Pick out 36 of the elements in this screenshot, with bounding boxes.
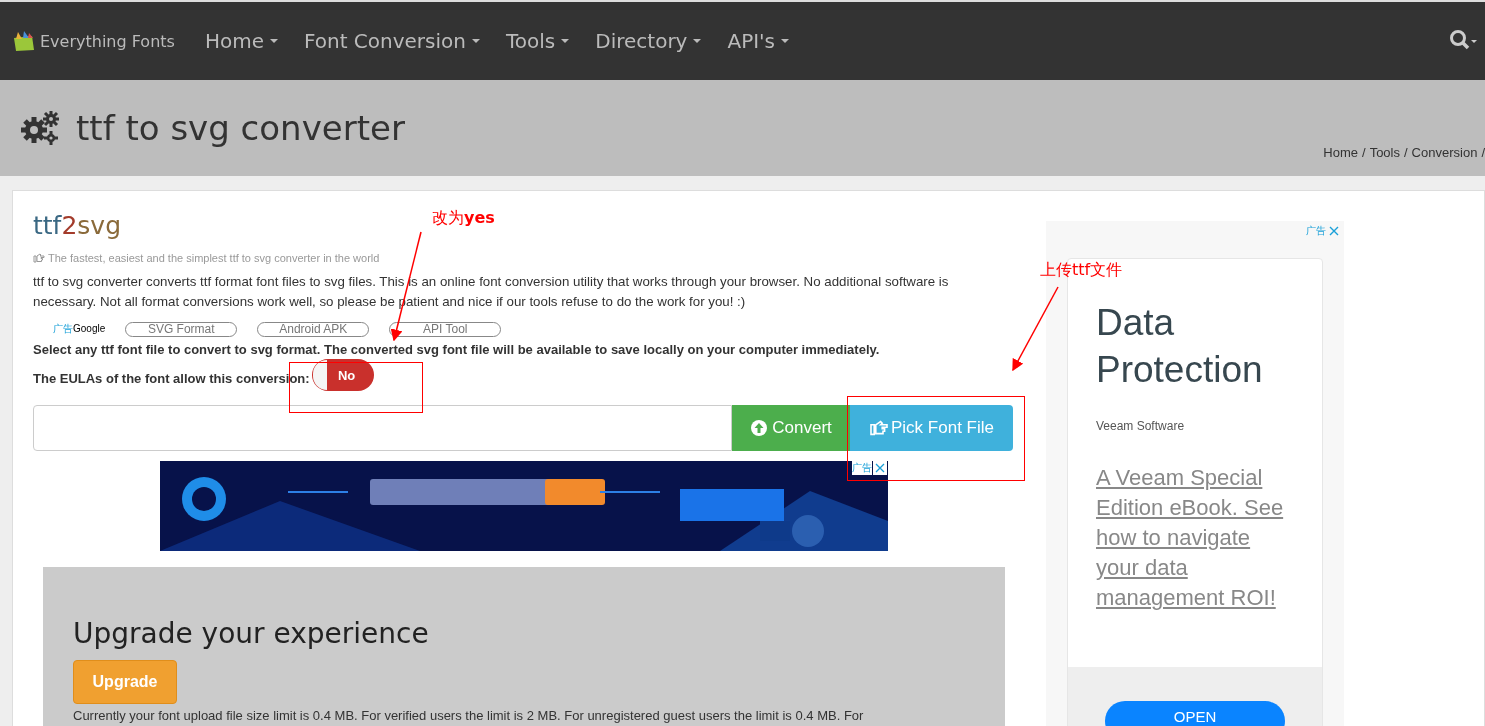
- tool-name: ttf2svg: [33, 211, 121, 240]
- breadcrumb-link[interactable]: Conversion: [1411, 145, 1478, 160]
- page-title: ttf to svg converter: [76, 108, 405, 148]
- open-button[interactable]: OPEN: [1105, 701, 1285, 726]
- advertiser-name: Veeam Software: [1096, 419, 1186, 433]
- ad-label[interactable]: 广告: [1306, 224, 1326, 238]
- tagline: The fastest, easiest and the simplest ttf to svg converter in the world: [48, 252, 380, 264]
- ad-label[interactable]: 广告Google: [53, 322, 106, 336]
- breadcrumb-link[interactable]: Home: [1323, 145, 1358, 160]
- annotation-note: 上传ttf文件: [1040, 260, 1123, 281]
- breadcrumb-link[interactable]: Tools: [1369, 145, 1400, 160]
- close-icon[interactable]: [1328, 225, 1340, 237]
- gears-icon: [20, 110, 60, 146]
- brand-link[interactable]: Everything Fonts: [40, 31, 175, 51]
- nav-menu-item[interactable]: Directory: [595, 29, 702, 53]
- eula-toggle[interactable]: No: [311, 359, 374, 391]
- nav-menu-item[interactable]: Home: [204, 29, 278, 53]
- nav-menu-item[interactable]: API's: [727, 29, 789, 53]
- ad-title: Data Protection: [1096, 301, 1264, 392]
- nav-menu-item[interactable]: Font Conversion: [303, 29, 480, 53]
- pointing-hand-icon: [33, 253, 45, 263]
- close-icon[interactable]: [873, 461, 887, 475]
- font-box-icon: [12, 30, 36, 52]
- upgrade-text: Currently your font upload file size limit is 0.4 MB. For verified users the limit is 2 MB. For unregistered guest users the limit is 0.4 MB. For: [73, 708, 865, 723]
- instruction-text: Select any ttf font file to convert to svg format. The converted svg font file will be available to save locally on your computer immediately.: [33, 342, 881, 357]
- breadcrumb-separator: /: [1404, 145, 1408, 160]
- convert-button[interactable]: Convert: [732, 405, 850, 451]
- ad-label[interactable]: 广告: [852, 461, 872, 475]
- nav-menu-item[interactable]: Tools: [506, 29, 570, 53]
- ad-link[interactable]: A Veeam Special Edition eBook. See how to navigate your data management ROI!: [1096, 463, 1294, 613]
- annotation-note: 改为yes: [432, 208, 495, 229]
- upgrade-heading: Upgrade your experience: [73, 617, 430, 650]
- pointing-hand-icon: [869, 420, 889, 436]
- file-input-field[interactable]: [33, 405, 732, 451]
- breadcrumb-separator: /: [1481, 145, 1485, 160]
- breadcrumb-separator: /: [1362, 145, 1366, 160]
